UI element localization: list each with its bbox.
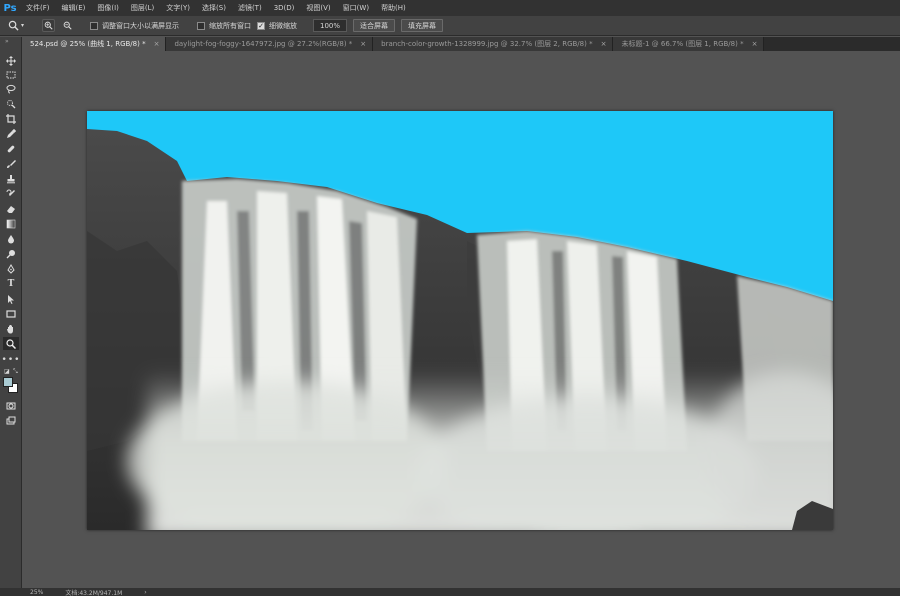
hand-tool-icon[interactable] xyxy=(3,322,19,335)
menu-layer[interactable]: 图层(L) xyxy=(125,3,160,13)
menu-type[interactable]: 文字(Y) xyxy=(160,3,196,13)
resize-windows-checkbox[interactable]: 调整窗口大小以满屏显示 xyxy=(90,21,179,31)
checkbox-checked[interactable]: ✓ xyxy=(257,21,266,30)
more-tools-icon[interactable]: ••• xyxy=(2,353,20,366)
tools-panel: » T ••• ◪ ⤡ xyxy=(0,37,22,588)
zoom-tool-icon[interactable] xyxy=(3,337,19,350)
brush-tool-icon[interactable] xyxy=(3,157,19,170)
default-colors-icon[interactable]: ◪ xyxy=(4,368,10,375)
tab-branch-color[interactable]: branch-color-growth-1328999.jpg @ 32.7% … xyxy=(373,37,614,51)
document-size: 文档:43.2M/947.1M xyxy=(65,589,123,596)
menu-image[interactable]: 图像(I) xyxy=(91,3,125,13)
zoom-level[interactable]: 25% xyxy=(30,589,43,596)
menu-help[interactable]: 帮助(H) xyxy=(375,3,412,13)
zoom-all-label: 缩放所有窗口 xyxy=(209,21,252,30)
foreground-color-swatch[interactable] xyxy=(3,377,13,387)
quick-selection-tool-icon[interactable] xyxy=(3,97,19,110)
close-icon[interactable]: × xyxy=(752,40,758,48)
type-tool-icon[interactable]: T xyxy=(3,277,19,290)
fit-screen-button[interactable]: 适合屏幕 xyxy=(353,19,396,32)
status-arrow-icon[interactable]: › xyxy=(144,589,146,596)
menu-file[interactable]: 文件(F) xyxy=(20,3,56,13)
crop-tool-icon[interactable] xyxy=(3,112,19,125)
tab-label: daylight-fog-foggy-1647972.jpg @ 27.2%(R… xyxy=(174,40,353,48)
menu-view[interactable]: 视图(V) xyxy=(300,3,336,13)
document-tabs: 524.psd @ 25% (曲线 1, RGB/8) * × daylight… xyxy=(22,37,900,51)
move-tool-icon[interactable] xyxy=(3,54,19,67)
menu-window[interactable]: 窗口(W) xyxy=(337,3,375,13)
eyedropper-tool-icon[interactable] xyxy=(3,127,19,140)
scrubby-zoom-checkbox[interactable]: ✓ 细微缩放 xyxy=(257,21,297,31)
swap-colors-icon[interactable]: ⤡ xyxy=(13,368,18,376)
menu-select[interactable]: 选择(S) xyxy=(196,3,232,13)
menu-filter[interactable]: 滤镜(T) xyxy=(232,3,268,13)
lasso-tool-icon[interactable] xyxy=(3,82,19,95)
clone-stamp-tool-icon[interactable] xyxy=(3,172,19,185)
menu-3d[interactable]: 3D(D) xyxy=(268,4,301,12)
history-brush-tool-icon[interactable] xyxy=(3,187,19,200)
status-bar: 25% 文档:43.2M/947.1M › xyxy=(0,588,900,596)
mist xyxy=(127,371,833,530)
checkbox-unchecked[interactable] xyxy=(197,21,206,30)
dodge-tool-icon[interactable] xyxy=(3,247,19,260)
screen-mode-icon[interactable] xyxy=(3,414,19,427)
tab-524-psd[interactable]: 524.psd @ 25% (曲线 1, RGB/8) * × xyxy=(22,37,167,51)
path-selection-tool-icon[interactable] xyxy=(3,292,19,305)
menu-edit[interactable]: 编辑(E) xyxy=(56,3,92,13)
zoom-in-button[interactable] xyxy=(42,19,56,32)
collapse-toolbar-icon[interactable]: » xyxy=(5,38,9,45)
pen-tool-icon[interactable] xyxy=(3,262,19,275)
eraser-tool-icon[interactable] xyxy=(3,202,19,215)
blur-tool-icon[interactable] xyxy=(3,232,19,245)
rectangle-tool-icon[interactable] xyxy=(3,307,19,320)
resize-windows-label: 调整窗口大小以满屏显示 xyxy=(102,21,180,30)
quick-mask-icon[interactable] xyxy=(3,399,19,412)
canvas-workspace[interactable] xyxy=(23,51,900,588)
zoom-tool-preset-icon[interactable]: ▾ xyxy=(8,20,24,31)
gradient-tool-icon[interactable] xyxy=(3,217,19,230)
checkbox-unchecked[interactable] xyxy=(90,21,99,30)
tab-label: 未标题-1 @ 66.7% (图层 1, RGB/8) * xyxy=(621,40,744,48)
zoom-percent-field[interactable]: 100% xyxy=(313,19,348,32)
document-canvas[interactable] xyxy=(87,111,833,530)
healing-brush-tool-icon[interactable] xyxy=(3,142,19,155)
options-bar: ▾ 调整窗口大小以满屏显示 缩放所有窗口 ✓ 细微缩放 100% 适合屏幕 填充… xyxy=(0,16,900,36)
tab-daylight-fog[interactable]: daylight-fog-foggy-1647972.jpg @ 27.2%(R… xyxy=(166,37,374,51)
photoshop-logo: Ps xyxy=(3,2,17,14)
fill-screen-button[interactable]: 填充屏幕 xyxy=(401,19,444,32)
marquee-tool-icon[interactable] xyxy=(3,68,19,81)
zoom-out-button[interactable] xyxy=(61,19,74,32)
tab-label: branch-color-growth-1328999.jpg @ 32.7% … xyxy=(381,40,593,48)
close-icon[interactable]: × xyxy=(154,40,160,48)
menu-bar: Ps 文件(F) 编辑(E) 图像(I) 图层(L) 文字(Y) 选择(S) 滤… xyxy=(0,0,900,16)
tab-label: 524.psd @ 25% (曲线 1, RGB/8) * xyxy=(30,40,146,48)
close-icon[interactable]: × xyxy=(360,40,366,48)
close-icon[interactable]: × xyxy=(601,40,607,48)
scrubby-zoom-label: 细微缩放 xyxy=(269,21,298,30)
zoom-all-windows-checkbox[interactable]: 缩放所有窗口 xyxy=(197,21,251,31)
waterfall-image xyxy=(87,111,833,530)
tab-untitled-1[interactable]: 未标题-1 @ 66.7% (图层 1, RGB/8) * × xyxy=(613,37,765,51)
